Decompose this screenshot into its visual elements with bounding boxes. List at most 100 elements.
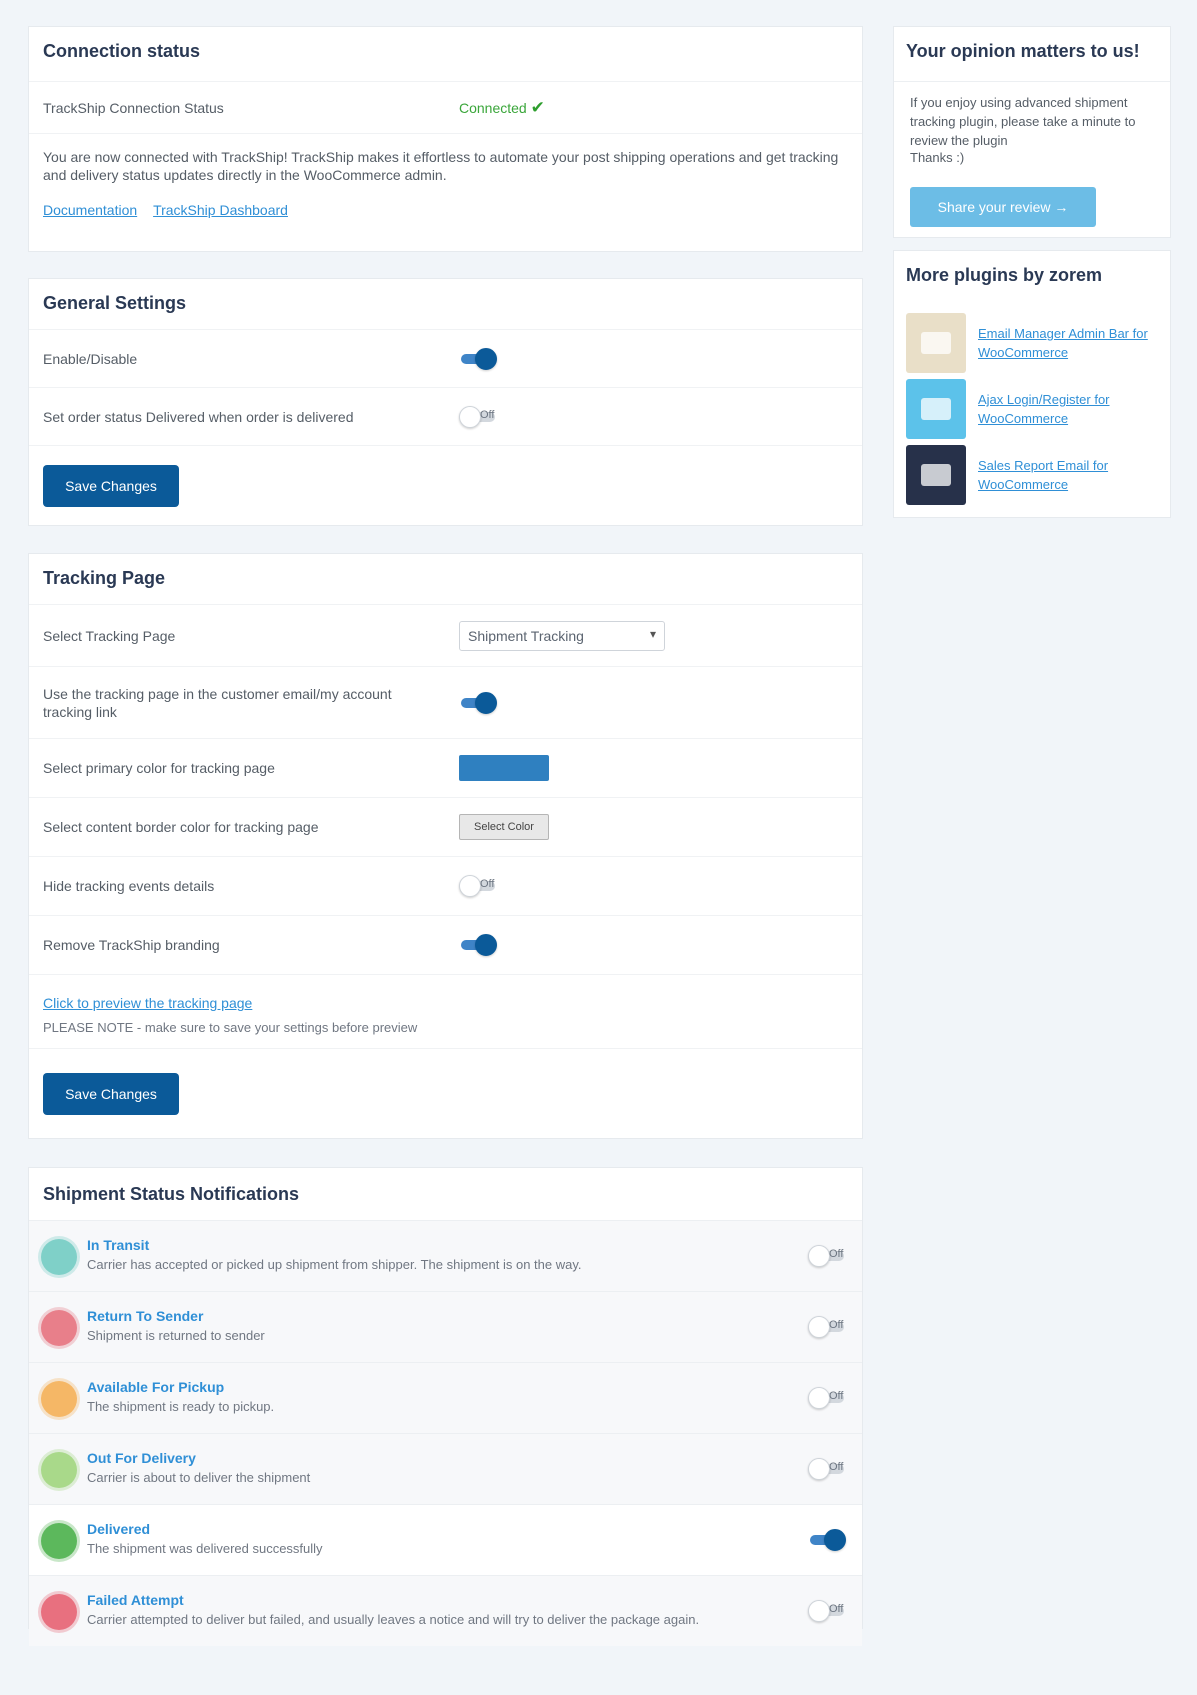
status-icon — [41, 1523, 77, 1559]
enable-toggle[interactable] — [459, 347, 499, 370]
delivered-status-label: Set order status Delivered when order is… — [43, 408, 354, 425]
off-text: Off — [480, 878, 495, 890]
plugin-logo-icon — [921, 464, 951, 486]
connection-status-label: TrackShip Connection Status — [43, 99, 224, 116]
general-save-row: Save Changes — [29, 445, 862, 525]
enable-label: Enable/Disable — [43, 350, 138, 367]
opinion-title: Your opinion matters to us! — [906, 41, 1140, 61]
notification-toggle[interactable]: Off — [808, 1458, 848, 1480]
plugin-link[interactable]: Ajax Login/Register for WooCommerce — [978, 390, 1148, 428]
tracking-page-card: Tracking Page Select Tracking Page Shipm… — [28, 553, 863, 1139]
preview-row: Click to preview the tracking page PLEAS… — [29, 974, 862, 1048]
off-text: Off — [829, 1319, 844, 1331]
documentation-link[interactable]: Documentation — [43, 202, 137, 218]
chevron-down-icon: ▾ — [649, 626, 656, 641]
status-icon — [41, 1594, 77, 1630]
hide-events-label: Hide tracking events details — [43, 878, 215, 894]
more-plugins-card: More plugins by zorem Email Manager Admi… — [893, 250, 1171, 518]
notification-description: Carrier attempted to deliver but failed,… — [87, 1612, 700, 1627]
notification-title-link[interactable]: Available For Pickup — [87, 1379, 224, 1395]
share-review-button[interactable]: Share your review → — [910, 187, 1096, 227]
notification-toggle[interactable]: Off — [808, 1387, 848, 1409]
tracking-save-row: Save Changes — [29, 1048, 862, 1138]
notification-row: Failed Attempt Carrier attempted to deliv… — [29, 1575, 862, 1646]
plugin-item[interactable]: Email Manager Admin Bar for WooCommerce — [906, 313, 1158, 373]
status-icon — [41, 1452, 77, 1488]
delivered-status-toggle[interactable]: Off — [459, 405, 499, 428]
opinion-text: If you enjoy using advanced shipment tra… — [910, 95, 1136, 148]
shipment-notifications-title: Shipment Status Notifications — [43, 1184, 300, 1204]
connection-status-title: Connection status — [43, 41, 201, 61]
plugin-item[interactable]: Sales Report Email for WooCommerce — [906, 445, 1158, 505]
opinion-divider — [894, 81, 1170, 82]
plugin-thumbnail[interactable] — [906, 379, 966, 439]
delivered-status-row: Set order status Delivered when order is… — [29, 387, 862, 445]
connection-status-value: Connected ✔ — [459, 98, 545, 118]
off-text: Off — [829, 1461, 844, 1473]
notification-row: Return To Sender Shipment is returned to … — [29, 1291, 862, 1362]
notification-description: The shipment is ready to pickup. — [87, 1399, 275, 1414]
notification-title-link[interactable]: In Transit — [87, 1237, 149, 1253]
status-icon — [41, 1239, 77, 1275]
connection-status-row: TrackShip Connection Status Connected ✔ — [29, 81, 862, 133]
connection-description: You are now connected with TrackShip! Tr… — [43, 149, 839, 183]
border-color-label: Select content border color for tracking… — [43, 819, 319, 835]
general-settings-title: General Settings — [43, 293, 187, 313]
primary-color-row: Select primary color for tracking page — [29, 738, 862, 797]
plugin-thumbnail[interactable] — [906, 445, 966, 505]
off-text: Off — [829, 1390, 844, 1402]
select-tracking-page-label: Select Tracking Page — [43, 627, 176, 644]
status-icon — [41, 1381, 77, 1417]
notification-row: In Transit Carrier has accepted or picked… — [29, 1220, 862, 1291]
notification-description: The shipment was delivered successfully — [87, 1541, 323, 1556]
notification-title-link[interactable]: Failed Attempt — [87, 1592, 184, 1608]
notification-description: Carrier is about to deliver the shipment — [87, 1470, 311, 1485]
status-icon — [41, 1310, 77, 1346]
border-color-picker[interactable]: Select Color — [459, 814, 549, 840]
preview-note: PLEASE NOTE - make sure to save your set… — [43, 1020, 418, 1035]
primary-color-picker[interactable] — [459, 755, 549, 781]
notification-toggle[interactable] — [808, 1529, 848, 1551]
plugin-item[interactable]: Ajax Login/Register for WooCommerce — [906, 379, 1158, 439]
notification-title-link[interactable]: Out For Delivery — [87, 1450, 196, 1466]
preview-tracking-link[interactable]: Click to preview the tracking page — [43, 995, 252, 1011]
notification-title-link[interactable]: Delivered — [87, 1521, 150, 1537]
use-tracking-page-label: Use the tracking page in the customer em… — [43, 685, 392, 720]
notification-description: Carrier has accepted or picked up shipme… — [87, 1257, 582, 1272]
remove-branding-toggle[interactable] — [459, 934, 499, 956]
notification-title-link[interactable]: Return To Sender — [87, 1308, 203, 1324]
use-tracking-page-toggle[interactable] — [459, 691, 499, 714]
tracking-page-select[interactable]: Shipment Tracking ▾ — [459, 620, 665, 651]
off-text: Off — [829, 1248, 844, 1260]
notification-row: Available For Pickup The shipment is read… — [29, 1362, 862, 1433]
border-color-row: Select content border color for tracking… — [29, 797, 862, 856]
general-settings-card: General Settings Enable/Disable Set orde… — [28, 278, 863, 526]
general-save-button[interactable]: Save Changes — [43, 464, 179, 507]
off-text: Off — [829, 1603, 844, 1615]
connection-status-card: Connection status TrackShip Connection S… — [28, 26, 863, 252]
enable-row: Enable/Disable — [29, 329, 862, 387]
primary-color-label: Select primary color for tracking page — [43, 760, 275, 776]
tracking-page-title: Tracking Page — [43, 568, 166, 588]
tracking-save-button[interactable]: Save Changes — [43, 1072, 179, 1115]
more-plugins-title: More plugins by zorem — [906, 265, 1103, 285]
plugin-link[interactable]: Email Manager Admin Bar for WooCommerce — [978, 324, 1148, 362]
notification-description: Shipment is returned to sender — [87, 1328, 265, 1343]
notification-toggle[interactable]: Off — [808, 1316, 848, 1338]
hide-events-toggle[interactable]: Off — [459, 875, 499, 897]
checkmark-icon: ✔ — [530, 97, 545, 117]
plugin-logo-icon — [921, 332, 951, 354]
shipment-notifications-card: Shipment Status Notifications In Transit… — [28, 1167, 863, 1646]
trackship-dashboard-link[interactable]: TrackShip Dashboard — [153, 202, 288, 218]
plugin-link[interactable]: Sales Report Email for WooCommerce — [978, 456, 1148, 494]
tracking-page-select-value: Shipment Tracking — [468, 627, 584, 644]
plugin-thumbnail[interactable] — [906, 313, 966, 373]
off-text: Off — [480, 408, 495, 421]
notification-row: Delivered The shipment was delivered succ… — [29, 1504, 862, 1575]
opinion-thanks: Thanks :) — [910, 150, 965, 165]
notification-toggle[interactable]: Off — [808, 1245, 848, 1267]
remove-branding-label: Remove TrackShip branding — [43, 937, 220, 953]
hide-events-row: Hide tracking events details Off — [29, 856, 862, 915]
notification-row: Out For Delivery Carrier is about to deli… — [29, 1433, 862, 1504]
notification-toggle[interactable]: Off — [808, 1600, 848, 1622]
